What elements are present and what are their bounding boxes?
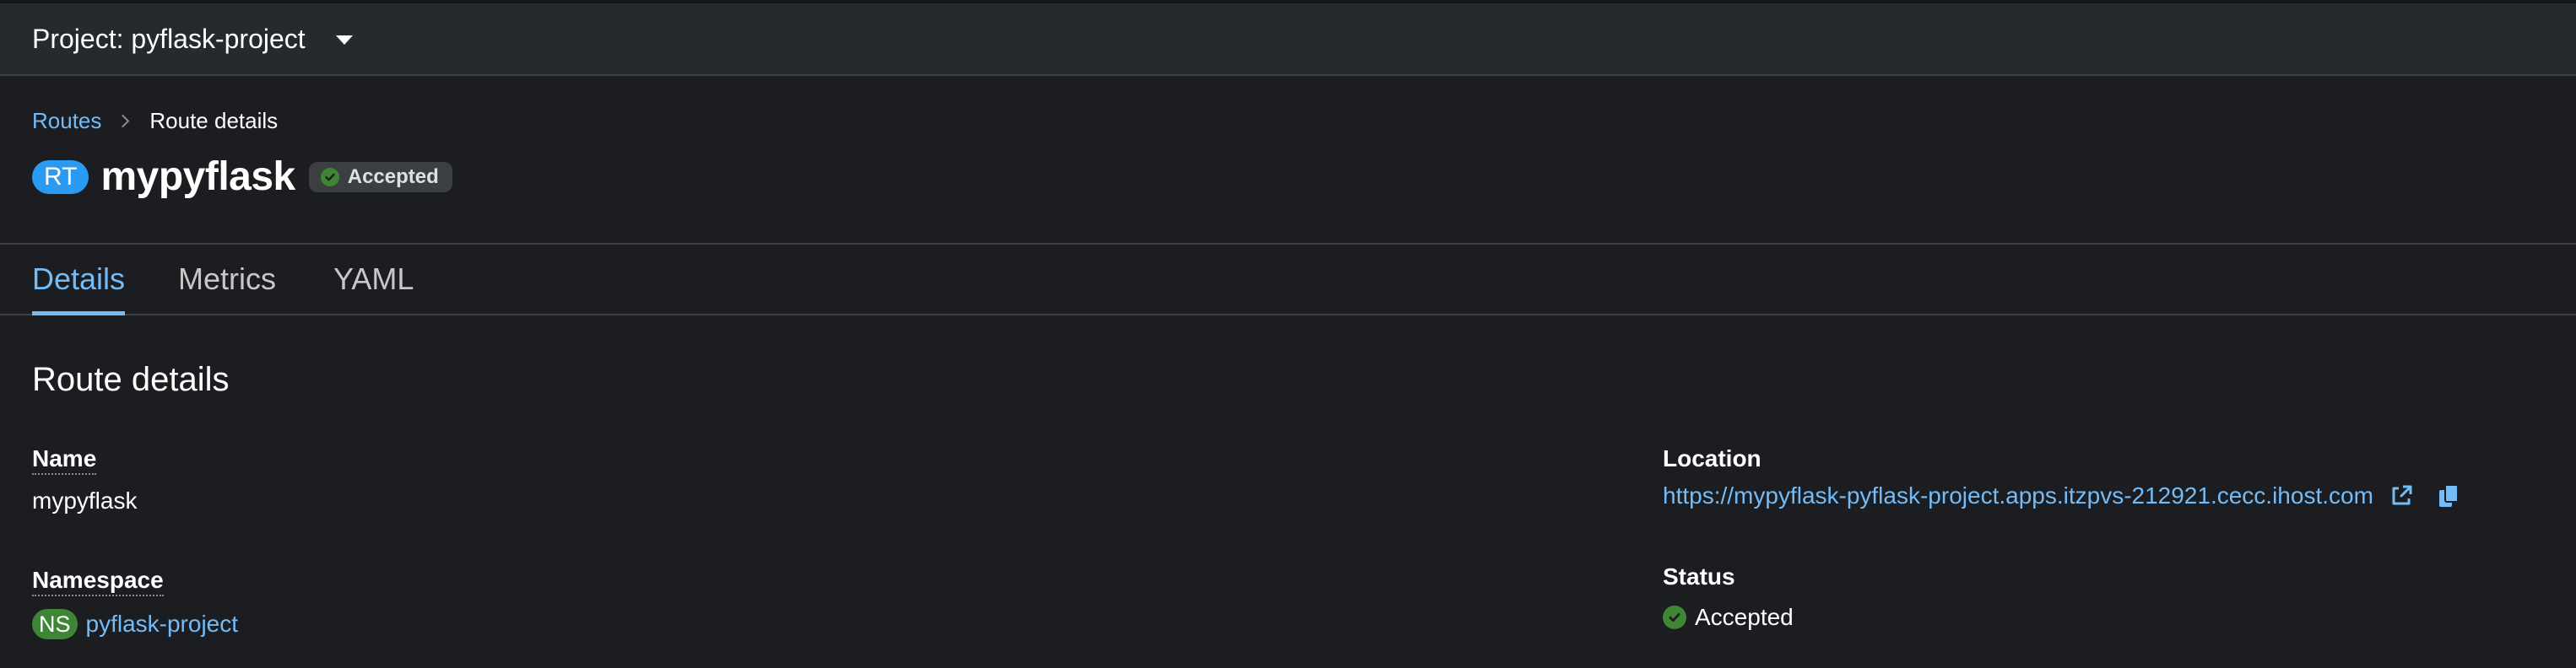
title-row: RT mypyflask Accepted	[32, 154, 452, 200]
location-value: https://mypyflask-pyflask-project.apps.i…	[1663, 482, 2460, 509]
namespace-label: Namespace	[32, 567, 164, 596]
caret-down-icon	[335, 35, 353, 45]
resource-kind-badge: RT	[32, 159, 89, 194]
name-label-text: Name	[32, 445, 97, 475]
page-title: mypyflask	[100, 154, 295, 199]
project-selector[interactable]: Project: pyflask-project	[32, 24, 353, 55]
status-badge-label: Accepted	[347, 164, 439, 188]
namespace-kind-badge: NS	[32, 609, 78, 639]
tab-metrics[interactable]: Metrics	[178, 245, 276, 314]
project-selector-label: Project: pyflask-project	[32, 23, 306, 54]
namespace-link[interactable]: pyflask-project	[86, 611, 239, 638]
status-value: Accepted	[1663, 604, 1794, 631]
location-label: Location	[1663, 445, 1762, 471]
breadcrumb-current: Route details	[149, 108, 279, 133]
name-label: Name	[32, 445, 97, 475]
tab-bar: Details Metrics YAML	[0, 245, 2576, 315]
breadcrumb: Routes Route details	[32, 108, 278, 134]
check-circle-icon	[1663, 606, 1686, 629]
status-label: Status	[1663, 563, 1735, 590]
copy-icon[interactable]	[2438, 483, 2460, 509]
location-link[interactable]: https://mypyflask-pyflask-project.apps.i…	[1663, 482, 2373, 509]
section-title: Route details	[32, 361, 230, 398]
namespace-value: NS pyflask-project	[32, 609, 238, 639]
status-value-text: Accepted	[1695, 604, 1794, 630]
name-value: mypyflask	[32, 488, 138, 514]
check-circle-icon	[320, 167, 339, 186]
page-header: Routes Route details RT mypyflask Accept…	[0, 76, 2576, 245]
status-badge: Accepted	[308, 161, 452, 192]
external-link-icon[interactable]	[2389, 483, 2414, 509]
tab-details[interactable]: Details	[32, 245, 126, 315]
breadcrumb-routes-link[interactable]: Routes	[32, 108, 101, 134]
namespace-label-text: Namespace	[32, 567, 164, 596]
project-bar: Project: pyflask-project	[0, 0, 2576, 76]
chevron-right-icon	[116, 114, 130, 128]
tab-yaml[interactable]: YAML	[333, 245, 414, 314]
